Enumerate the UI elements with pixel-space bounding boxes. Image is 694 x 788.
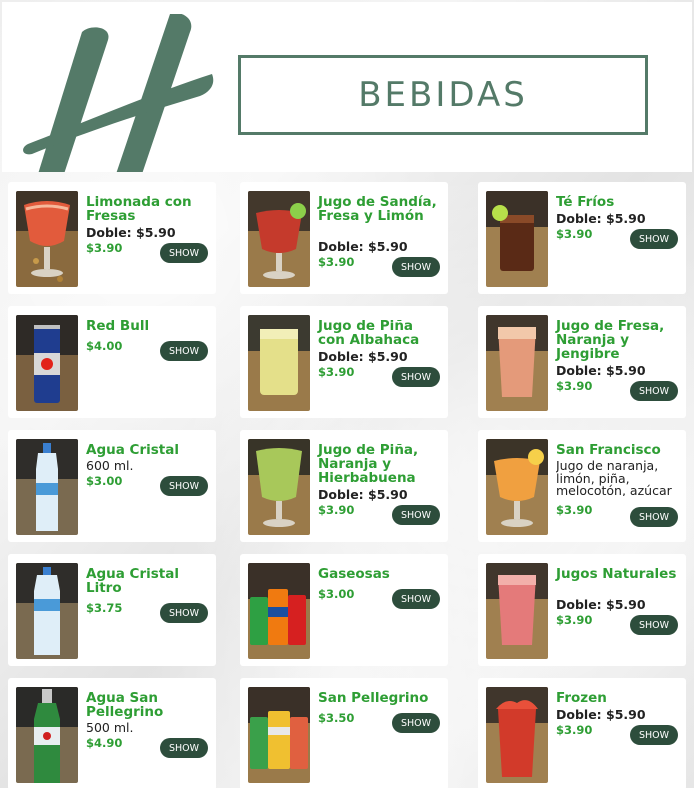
item-name: Jugo de Piña, Naranja y Hierbabuena: [318, 442, 419, 486]
item-name: Té Fríos: [556, 194, 615, 210]
item-name: Agua Cristal: [86, 442, 179, 458]
menu-card-agua-san-pellegrino[interactable]: Agua San Pellegrino 500 ml. $4.90 SHOW: [8, 678, 216, 788]
strawberry-orange-ginger-juice-image: [486, 315, 548, 411]
san-pellegrino-bottle-image: [16, 687, 78, 783]
show-button[interactable]: SHOW: [630, 381, 678, 401]
show-button[interactable]: SHOW: [630, 615, 678, 635]
iced-tea-image: [486, 191, 548, 287]
menu-card-te-frios[interactable]: Té Fríos Doble: $5.90 $3.90 SHOW: [478, 182, 686, 294]
show-button[interactable]: SHOW: [160, 243, 208, 263]
menu-card-gaseosas[interactable]: Gaseosas $3.00 SHOW: [240, 554, 448, 666]
item-description: Jugo de naranja, limón, piña, melocotón,…: [556, 460, 672, 496]
item-price: $4.90: [86, 736, 123, 750]
item-name: Gaseosas: [318, 566, 390, 582]
show-button[interactable]: SHOW: [630, 725, 678, 745]
frozen-drink-image: [486, 687, 548, 783]
menu-card-jugos-naturales[interactable]: Jugos Naturales Doble: $5.90 $3.90 SHOW: [478, 554, 686, 666]
item-price: $3.90: [318, 503, 355, 517]
h-logo-icon: [20, 13, 220, 172]
red-bull-can-image: [16, 315, 78, 411]
show-button[interactable]: SHOW: [392, 713, 440, 733]
show-button[interactable]: SHOW: [160, 476, 208, 496]
item-price: $3.90: [556, 379, 593, 393]
item-name: Frozen: [556, 690, 607, 706]
show-button[interactable]: SHOW: [392, 367, 440, 387]
water-bottle-liter-image: [16, 563, 78, 659]
item-price: $3.90: [556, 227, 593, 241]
soda-cans-image: [248, 563, 310, 659]
item-price: $4.00: [86, 339, 123, 353]
item-name: Agua San Pellegrino: [86, 690, 164, 720]
show-button[interactable]: SHOW: [160, 738, 208, 758]
water-bottle-image: [16, 439, 78, 535]
page-title: BEBIDAS: [358, 75, 528, 115]
menu-card-san-pellegrino[interactable]: San Pellegrino $3.50 SHOW: [240, 678, 448, 788]
pineapple-basil-juice-image: [248, 315, 310, 411]
menu-card-limonada-con-fresas[interactable]: Limonada con Fresas Doble: $5.90 $3.90 S…: [8, 182, 216, 294]
menu-header: BEBIDAS: [2, 2, 692, 172]
item-double-price: Doble: $5.90: [86, 225, 176, 240]
menu-card-san-francisco[interactable]: San Francisco Jugo de naranja, limón, pi…: [478, 430, 686, 542]
menu-card-jugo-fresa-naranja[interactable]: Jugo de Fresa, Naranja y Jengibre Doble:…: [478, 306, 686, 418]
show-button[interactable]: SHOW: [392, 589, 440, 609]
item-price: $3.90: [556, 613, 593, 627]
menu-card-jugo-pina-naranja[interactable]: Jugo de Piña, Naranja y Hierbabuena Dobl…: [240, 430, 448, 542]
strawberry-lemonade-image: [16, 191, 78, 287]
watermelon-juice-image: [248, 191, 310, 287]
menu-card-frozen[interactable]: Frozen Doble: $5.90 $3.90 SHOW: [478, 678, 686, 788]
show-button[interactable]: SHOW: [392, 505, 440, 525]
show-button[interactable]: SHOW: [630, 229, 678, 249]
item-price: $3.90: [318, 255, 355, 269]
item-name: Jugos Naturales: [556, 566, 677, 582]
item-name: Red Bull: [86, 318, 150, 334]
item-double-price: Doble: $5.90: [556, 707, 646, 722]
item-price: $3.90: [556, 503, 593, 517]
item-price: $3.00: [86, 474, 123, 488]
item-name: San Francisco: [556, 442, 661, 458]
item-double-price: Doble: $5.90: [318, 349, 408, 364]
item-price: $3.90: [86, 241, 123, 255]
item-price: $3.50: [318, 711, 355, 725]
item-name: Jugo de Sandía, Fresa y Limón: [318, 194, 437, 224]
item-name: Jugo de Fresa, Naranja y Jengibre: [556, 318, 665, 362]
show-button[interactable]: SHOW: [160, 341, 208, 361]
item-double-price: Doble: $5.90: [556, 597, 646, 612]
san-francisco-cocktail-image: [486, 439, 548, 535]
title-box: BEBIDAS: [238, 55, 648, 135]
item-price: $3.75: [86, 601, 123, 615]
menu-card-red-bull[interactable]: Red Bull $4.00 SHOW: [8, 306, 216, 418]
pineapple-orange-mint-juice-image: [248, 439, 310, 535]
menu-card-agua-cristal[interactable]: Agua Cristal 600 ml. $3.00 SHOW: [8, 430, 216, 542]
item-price: $3.90: [556, 723, 593, 737]
show-button[interactable]: SHOW: [630, 507, 678, 527]
item-name: San Pellegrino: [318, 690, 429, 706]
menu-card-agua-cristal-litro[interactable]: Agua Cristal Litro $3.75 SHOW: [8, 554, 216, 666]
show-button[interactable]: SHOW: [392, 257, 440, 277]
item-double-price: Doble: $5.90: [556, 211, 646, 226]
menu-card-jugo-pina-albahaca[interactable]: Jugo de Piña con Albahaca Doble: $5.90 $…: [240, 306, 448, 418]
menu-card-jugo-sandia[interactable]: Jugo de Sandía, Fresa y Limón Doble: $5.…: [240, 182, 448, 294]
item-price: $3.90: [318, 365, 355, 379]
natural-juice-image: [486, 563, 548, 659]
item-double-price: Doble: $5.90: [318, 487, 408, 502]
show-button[interactable]: SHOW: [160, 603, 208, 623]
item-name: Agua Cristal Litro: [86, 566, 179, 596]
item-double-price: Doble: $5.90: [556, 363, 646, 378]
item-double-price: Doble: $5.90: [318, 239, 408, 254]
item-name: Limonada con Fresas: [86, 194, 192, 224]
item-price: $3.00: [318, 587, 355, 601]
san-pellegrino-cans-image: [248, 687, 310, 783]
item-name: Jugo de Piña con Albahaca: [318, 318, 420, 348]
